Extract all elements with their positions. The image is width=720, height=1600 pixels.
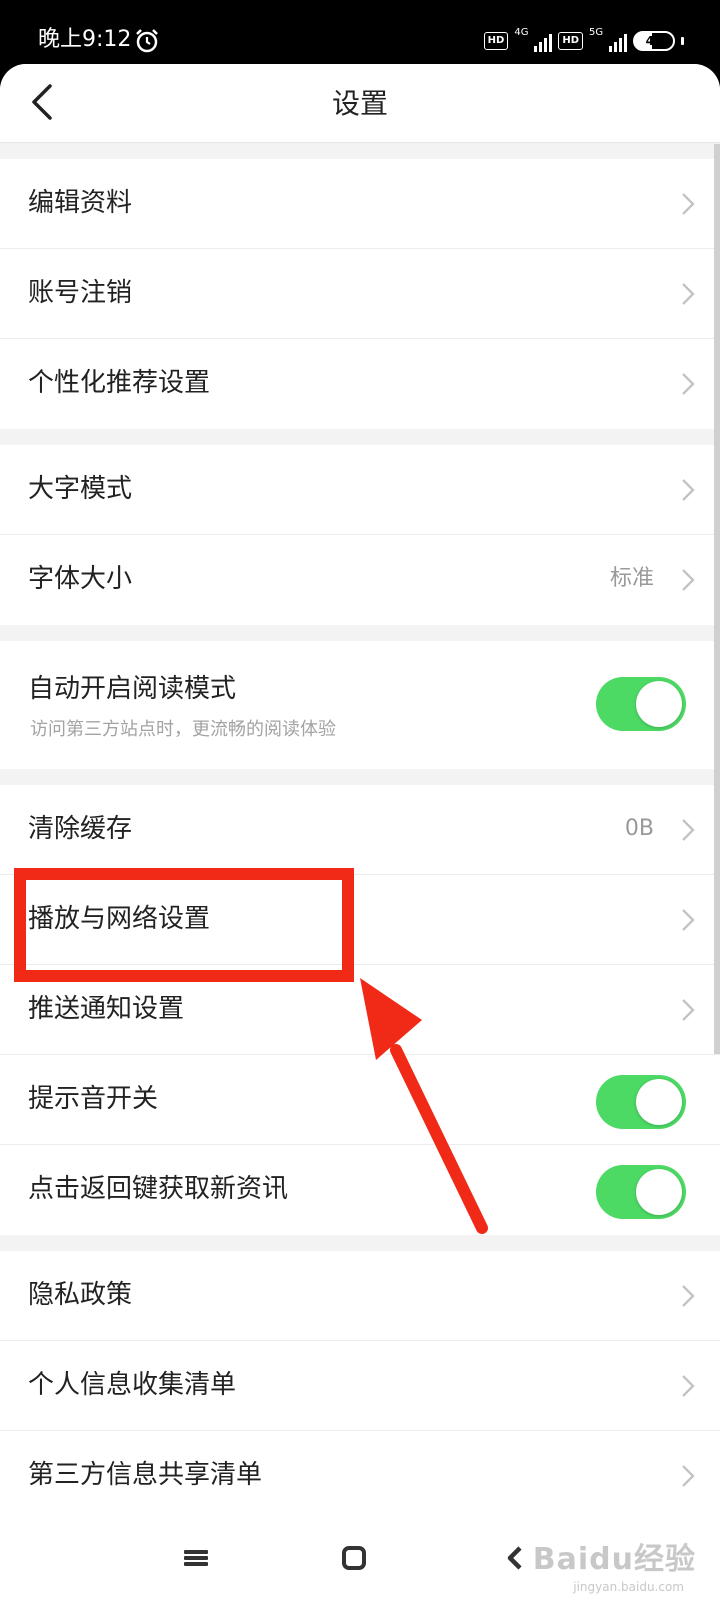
page-title: 设置 bbox=[331, 87, 388, 120]
setting-privacy-policy[interactable]: 隐私政策 bbox=[0, 1251, 720, 1341]
auto-reading-mode-toggle[interactable] bbox=[596, 677, 686, 731]
toggle-knob bbox=[636, 1169, 682, 1215]
chevron-right-icon bbox=[682, 819, 695, 841]
setting-font-size[interactable]: 字体大小 标准 bbox=[0, 535, 720, 625]
setting-label: 隐私政策 bbox=[28, 1280, 133, 1310]
setting-label: 点击返回键获取新资讯 bbox=[28, 1174, 289, 1204]
settings-group-privacy: 隐私政策 个人信息收集清单 第三方信息共享清单 bbox=[0, 1251, 720, 1521]
settings-screen: 设置 编辑资料 账号注销 个性化推荐设置 大字模式 字体大小 标准 自动开启阅读… bbox=[0, 64, 720, 1600]
font-size-value: 标准 bbox=[609, 566, 654, 591]
group-divider bbox=[0, 429, 720, 445]
setting-label: 自动开启阅读模式 bbox=[28, 674, 237, 704]
setting-label: 大字模式 bbox=[28, 474, 133, 504]
setting-account-deletion[interactable]: 账号注销 bbox=[0, 249, 720, 339]
setting-label: 账号注销 bbox=[28, 278, 133, 308]
system-nav-bar: Baidu经验 jingyan.baidu.com bbox=[0, 1514, 720, 1600]
hd-badge: HD bbox=[483, 32, 509, 50]
chevron-right-icon bbox=[682, 909, 695, 931]
chevron-right-icon bbox=[682, 479, 695, 501]
toggle-knob bbox=[636, 681, 682, 727]
group-divider bbox=[0, 769, 720, 785]
status-time: 晚上9:12 bbox=[38, 27, 132, 52]
watermark-subtext: jingyan.baidu.com bbox=[573, 1580, 684, 1594]
chevron-right-icon bbox=[682, 999, 695, 1021]
setting-label: 第三方信息共享清单 bbox=[28, 1460, 263, 1490]
back-refresh-toggle[interactable] bbox=[596, 1165, 686, 1219]
setting-description: 访问第三方站点时，更流畅的阅读体验 bbox=[30, 719, 336, 740]
chevron-right-icon bbox=[682, 569, 695, 591]
battery-icon: 45 bbox=[633, 31, 675, 51]
group-divider bbox=[0, 143, 720, 159]
settings-group-reading: 自动开启阅读模式 访问第三方站点时，更流畅的阅读体验 bbox=[0, 641, 720, 769]
setting-large-text-mode[interactable]: 大字模式 bbox=[0, 445, 720, 535]
setting-label: 个人信息收集清单 bbox=[28, 1370, 237, 1400]
chevron-right-icon bbox=[682, 1465, 695, 1487]
sound-toggle[interactable] bbox=[596, 1075, 686, 1129]
setting-label: 编辑资料 bbox=[28, 188, 133, 218]
watermark-text: Baidu经验 bbox=[532, 1542, 696, 1577]
back-nav-icon[interactable] bbox=[500, 1544, 532, 1572]
menu-icon[interactable] bbox=[180, 1544, 212, 1572]
group-divider bbox=[0, 625, 720, 641]
settings-list: 编辑资料 账号注销 个性化推荐设置 大字模式 字体大小 标准 自动开启阅读模式 … bbox=[0, 143, 720, 1521]
hd-badge-2: HD bbox=[558, 32, 583, 50]
setting-label: 推送通知设置 bbox=[28, 994, 185, 1024]
home-icon[interactable] bbox=[338, 1544, 370, 1572]
status-bar: 晚上9:12 HD 4G HD 5G 45 bbox=[0, 0, 720, 64]
setting-clear-cache[interactable]: 清除缓存 0B bbox=[0, 785, 720, 875]
setting-third-party-sharing[interactable]: 第三方信息共享清单 bbox=[0, 1431, 720, 1521]
chevron-right-icon bbox=[682, 193, 695, 215]
scrollbar[interactable] bbox=[714, 144, 720, 1054]
chevron-right-icon bbox=[682, 373, 695, 395]
toggle-knob bbox=[636, 1079, 682, 1125]
status-indicators: HD 4G HD 5G 45 bbox=[483, 28, 684, 54]
setting-auto-reading-mode: 自动开启阅读模式 访问第三方站点时，更流畅的阅读体验 bbox=[0, 641, 720, 769]
setting-edit-profile[interactable]: 编辑资料 bbox=[0, 159, 720, 249]
settings-group-account: 编辑资料 账号注销 个性化推荐设置 bbox=[0, 159, 720, 429]
setting-label: 提示音开关 bbox=[28, 1084, 159, 1114]
signal-4g-icon: 4G bbox=[514, 28, 553, 54]
setting-label: 字体大小 bbox=[28, 564, 133, 594]
setting-label: 个性化推荐设置 bbox=[28, 368, 211, 398]
setting-label: 清除缓存 bbox=[28, 814, 133, 844]
setting-personal-info-list[interactable]: 个人信息收集清单 bbox=[0, 1341, 720, 1431]
setting-personalized-recommendation[interactable]: 个性化推荐设置 bbox=[0, 339, 720, 429]
chevron-right-icon bbox=[682, 1375, 695, 1397]
battery-cap bbox=[681, 37, 684, 45]
signal-5g-icon: 5G bbox=[589, 28, 627, 54]
alarm-icon bbox=[136, 29, 158, 53]
chevron-right-icon bbox=[682, 1285, 695, 1307]
chevron-right-icon bbox=[682, 283, 695, 305]
settings-group-display: 大字模式 字体大小 标准 bbox=[0, 445, 720, 625]
top-bar: 设置 bbox=[0, 64, 720, 143]
annotation-arrow-icon bbox=[360, 978, 488, 1234]
annotation-highlight-box bbox=[14, 868, 354, 982]
cache-size-value: 0B bbox=[624, 816, 654, 841]
